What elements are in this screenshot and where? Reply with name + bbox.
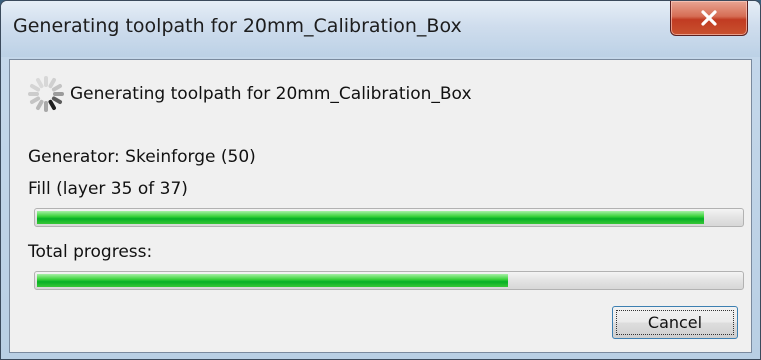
step-progress-track [37,211,741,224]
total-progress-track [37,274,741,287]
spinner-icon [28,76,64,112]
total-progress-label: Total progress: [28,242,153,262]
title-bar[interactable]: Generating toolpath for 20mm_Calibration… [1,1,760,57]
dialog-content: Generating toolpath for 20mm_Calibration… [9,59,752,353]
dialog-heading: Generating toolpath for 20mm_Calibration… [70,84,472,104]
cancel-button-label: Cancel [647,313,703,332]
window-title: Generating toolpath for 20mm_Calibration… [13,15,462,37]
heading-row: Generating toolpath for 20mm_Calibration… [26,74,472,114]
close-button[interactable] [670,1,748,36]
total-progress-bar [34,271,744,290]
step-progress-bar [34,208,744,227]
total-progress-fill [37,274,508,287]
generator-label: Generator: Skeinforge (50) [28,147,256,167]
cancel-button[interactable]: Cancel [612,306,738,339]
step-progress-fill [37,211,704,224]
close-icon [701,10,717,26]
step-status-label: Fill (layer 35 of 37) [28,179,188,199]
progress-dialog-window: Generating toolpath for 20mm_Calibration… [0,0,761,360]
